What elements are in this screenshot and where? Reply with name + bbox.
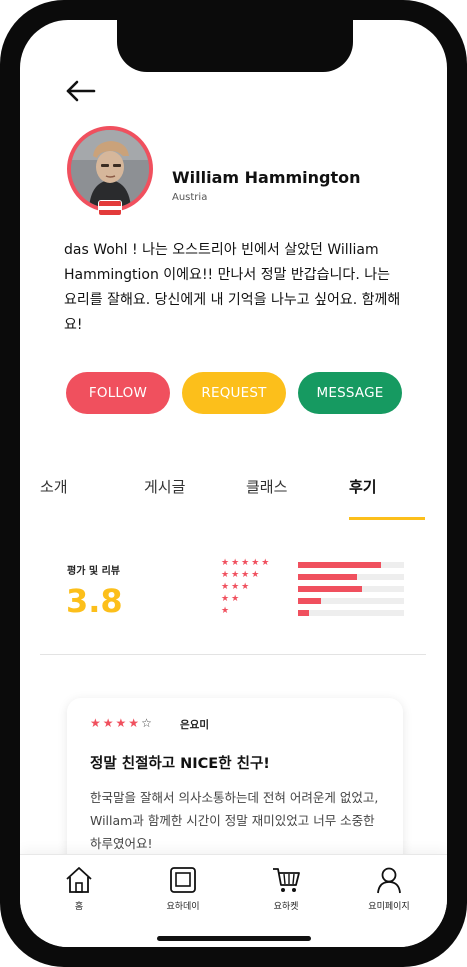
- tab-intro[interactable]: 소개: [40, 476, 68, 497]
- nav-home-label: 홈: [74, 902, 84, 912]
- nav-my-page-label: 요미페이지: [368, 902, 410, 912]
- profile-bio: das Wohl ! 나는 오스트리아 빈에서 살았던 William Hamm…: [64, 242, 401, 333]
- tab-posts[interactable]: 게시글: [144, 476, 185, 497]
- rating-bar-5: [298, 562, 404, 568]
- rating-bar-fill: [298, 610, 309, 616]
- home-icon: [66, 867, 92, 893]
- profile-photo: [71, 130, 149, 208]
- home-indicator: [157, 936, 311, 941]
- rating-bar-fill: [298, 574, 358, 580]
- tab-classes[interactable]: 클래스: [246, 476, 287, 497]
- arrow-left-icon: [66, 80, 96, 102]
- bottom-nav: 홈 요하데이 요하켓 요미페이지: [20, 854, 447, 947]
- rating-bar-fill: [298, 598, 322, 604]
- cart-icon: [273, 868, 300, 892]
- star-row-3: ★★★: [221, 582, 252, 592]
- nav-home[interactable]: 홈: [39, 865, 119, 912]
- phone-frame: William Hammington Austria das Wohl ! 나는…: [0, 0, 467, 967]
- review-stars: ★★★★☆: [90, 716, 154, 730]
- active-tab-indicator: [349, 517, 425, 520]
- star-icon: ★: [115, 716, 129, 730]
- request-button[interactable]: REQUEST: [182, 372, 286, 414]
- person-icon: [377, 867, 401, 894]
- star-row-5: ★★★★★: [221, 558, 272, 568]
- profile-country: Austria: [172, 192, 208, 203]
- tab-reviews[interactable]: 후기: [349, 476, 377, 497]
- review-title: 정말 친절하고 NICE한 친구!: [90, 756, 270, 772]
- rating-value: 3.8: [66, 582, 123, 620]
- review-body: 한국말을 잘해서 의사소통하는데 전혀 어려운게 없었고, Willam과 함께…: [90, 790, 379, 851]
- rating-bar-1: [298, 610, 404, 616]
- rating-label: 평가 및 리뷰: [67, 566, 120, 577]
- review-author: 은요미: [180, 719, 209, 731]
- star-row-1: ★: [221, 606, 232, 616]
- star-icon: ★: [128, 716, 142, 730]
- section-divider: [40, 654, 426, 655]
- rating-bar-2: [298, 598, 404, 604]
- rating-bar-3: [298, 586, 404, 592]
- nav-yohaday-label: 요하데이: [166, 902, 200, 912]
- photo-frame-icon: [170, 867, 196, 893]
- austria-flag-icon: [98, 200, 122, 216]
- star-icon: ★: [102, 716, 116, 730]
- profile-tabs: 소개 게시글 클래스 후기: [20, 476, 447, 522]
- back-button[interactable]: [64, 78, 98, 104]
- nav-yohaket[interactable]: 요하켓: [246, 865, 326, 912]
- profile-name: William Hammington: [172, 168, 361, 187]
- rating-bar-fill: [298, 586, 362, 592]
- nav-yohaket-label: 요하켓: [273, 902, 299, 912]
- star-row-4: ★★★★: [221, 570, 262, 580]
- rating-bar-4: [298, 574, 404, 580]
- device-notch: [117, 20, 353, 72]
- star-outline-icon: ☆: [141, 716, 154, 730]
- rating-bar-fill: [298, 562, 381, 568]
- follow-button[interactable]: FOLLOW: [66, 372, 170, 414]
- nav-yohaday[interactable]: 요하데이: [143, 865, 223, 912]
- message-button[interactable]: MESSAGE: [298, 372, 402, 414]
- star-row-2: ★★: [221, 594, 242, 604]
- star-icon: ★: [90, 716, 103, 730]
- nav-my-page[interactable]: 요미페이지: [349, 865, 429, 912]
- app-screen: William Hammington Austria das Wohl ! 나는…: [20, 20, 447, 947]
